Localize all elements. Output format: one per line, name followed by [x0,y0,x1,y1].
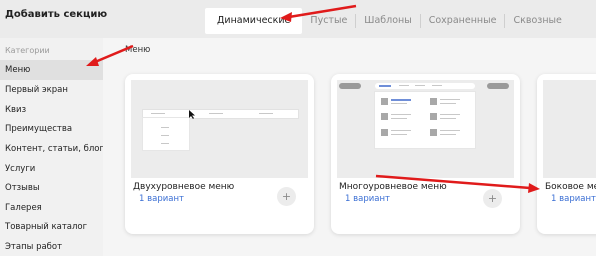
preview-square [430,98,437,105]
add-section-dialog: Добавить секцию Динамические Пустые Шабл… [0,0,596,256]
tab-empty[interactable]: Пустые [302,14,355,28]
preview-line [440,134,456,135]
preview-active-link [391,99,411,101]
card-variant-link[interactable]: 1 вариант [345,194,390,204]
card-side-menu[interactable]: Боковое меню 1 вариант [537,74,596,234]
preview-line [415,85,425,86]
preview-square [430,129,437,136]
dialog-header: Добавить секцию Динамические Пустые Шабл… [0,0,596,38]
sidebar-item-content[interactable]: Контент, статьи, блог [0,139,104,159]
preview-mega-menu [375,92,475,148]
card-title: Боковое меню [545,182,596,192]
add-card-button[interactable]: + [483,189,502,208]
card-two-level-menu[interactable]: Двухуровневое меню 1 вариант + [125,74,314,234]
preview-square [381,129,388,136]
sidebar-item-catalog[interactable]: Товарный каталог [0,217,103,237]
tab-templates[interactable]: Шаблоны [355,14,419,28]
card-preview-image [131,80,308,178]
section-type-tabs: Динамические Пустые Шаблоны Сохраненные … [205,8,570,34]
preview-line [440,103,456,104]
section-catalog: Меню Двухуровневое меню 1 вариант + Мног… [103,38,596,256]
preview-line [440,130,460,131]
preview-line [161,143,169,144]
preview-dropdown [143,118,189,150]
preview-line [391,114,411,115]
preview-line [391,103,407,104]
preview-line [440,118,456,119]
sidebar-item-work-stages[interactable]: Этапы работ [0,237,103,256]
plus-icon: + [281,190,292,203]
sidebar-item-services[interactable]: Услуги [0,159,103,179]
sidebar-item-quiz[interactable]: Квиз [0,100,103,120]
cursor-icon [189,110,195,119]
categories-heading: Категории [5,46,50,55]
preview-square [430,113,437,120]
sidebar-item-menu[interactable]: Меню [0,60,103,80]
sidebar-item-first-screen[interactable]: Первый экран [0,80,103,100]
preview-logo-pill [339,83,361,89]
preview-active-link [379,85,391,87]
card-preview-image [337,80,514,178]
card-multi-level-menu[interactable]: Многоуровневое меню 1 вариант + [331,74,520,234]
preview-line [151,113,165,114]
category-sidebar: Категории Меню Первый экран Квиз Преимущ… [0,38,104,256]
tab-global[interactable]: Сквозные [504,14,569,28]
plus-icon: + [487,192,498,205]
preview-line [161,135,169,136]
preview-line [399,85,409,86]
preview-button-pill [487,83,509,89]
sidebar-item-advantages[interactable]: Преимущества [0,119,103,139]
preview-line [391,118,407,119]
section-group-title: Меню [125,45,151,55]
preview-square [381,98,388,105]
sidebar-item-reviews[interactable]: Отзывы [0,178,103,198]
preview-line [432,85,442,86]
card-preview-image [543,80,596,178]
card-variant-link[interactable]: 1 вариант [551,194,596,204]
card-variant-link[interactable]: 1 вариант [139,194,184,204]
tab-dynamic[interactable]: Динамические [205,8,303,34]
dialog-title: Добавить секцию [5,9,108,20]
preview-line [391,130,411,131]
preview-line [440,114,460,115]
card-title: Многоуровневое меню [339,182,447,192]
preview-line [209,113,223,114]
preview-square [381,113,388,120]
preview-line [391,134,407,135]
add-card-button[interactable]: + [277,187,296,206]
card-title: Двухуровневое меню [133,182,235,192]
preview-line [440,99,460,100]
sidebar-item-gallery[interactable]: Галерея [0,198,103,218]
preview-line [259,113,273,114]
tab-saved[interactable]: Сохраненные [419,14,505,28]
preview-menu-bar [143,110,298,118]
preview-line [161,127,169,128]
